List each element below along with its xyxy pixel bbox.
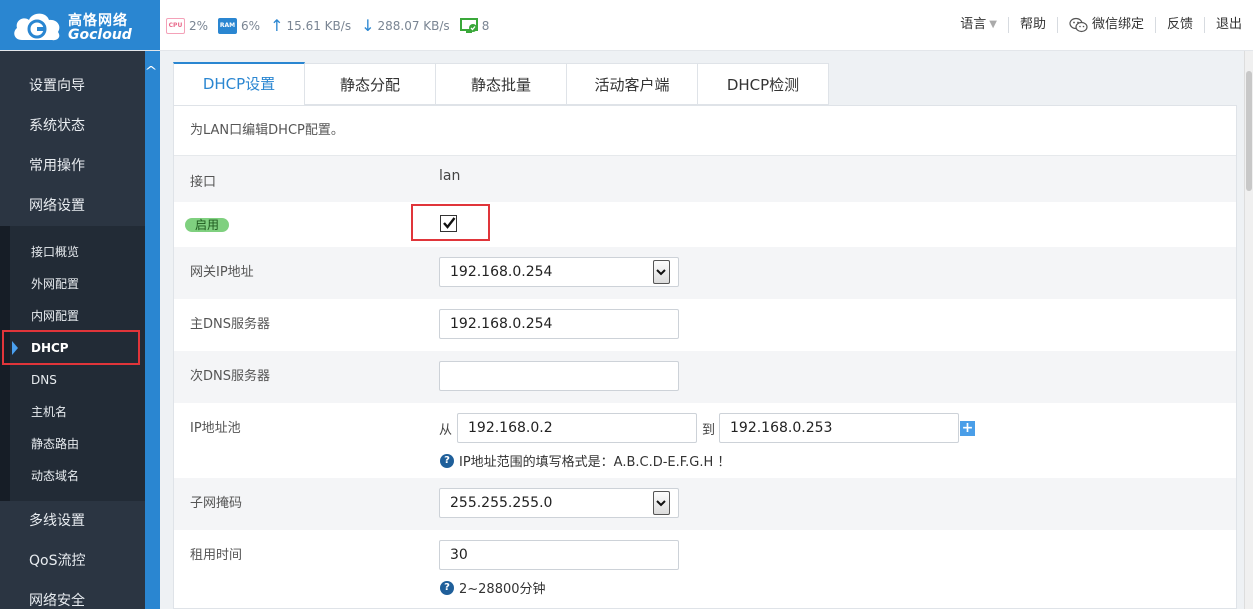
chevron-up-icon[interactable]: ^ <box>144 65 157 77</box>
sidebar-subitem-ddns[interactable]: 动态域名 <box>0 460 145 492</box>
sidebar-item-qos[interactable]: QoS流控 <box>0 541 145 581</box>
language-label: 语言 <box>960 17 987 32</box>
pool-hint: ? IP地址范围的填写格式是：A.B.C.D-E.F.G.H ！ <box>440 451 730 470</box>
row-lease-time: 租用时间 ? 2~28800分钟 <box>174 530 1236 608</box>
download-arrow-icon: ↓ <box>361 16 375 35</box>
language-menu[interactable]: 语言 ▼ <box>949 17 1008 33</box>
cpu-usage: 2% <box>189 19 209 33</box>
top-nav: 语言 ▼ 帮助 微信绑定 反馈 退出 <box>949 17 1253 33</box>
pool-start-input[interactable] <box>457 413 697 443</box>
upload-speed: 15.61 KB/s <box>286 19 352 33</box>
help-icon: ? <box>440 580 454 595</box>
interface-value: lan <box>439 168 461 184</box>
row-enable: 启用 <box>174 202 1236 247</box>
page-scrollbar[interactable] <box>1244 51 1253 609</box>
sidebar-item-setup-wizard[interactable]: 设置向导 <box>0 66 145 106</box>
enable-label-badge: 启用 <box>185 218 230 232</box>
enable-checkbox[interactable] <box>440 215 457 232</box>
ram-icon: RAM <box>218 18 238 34</box>
tab-dhcp-settings[interactable]: DHCP设置 <box>173 62 305 106</box>
sidebar-subitem-lan-config[interactable]: 内网配置 <box>0 300 145 332</box>
monitor-check-icon <box>459 18 478 33</box>
secondary-dns-input[interactable] <box>439 361 679 391</box>
top-bar: 高恪网络 Gocloud CPU 2% RAM 6% ↑ 15.61 KB/s … <box>0 0 1253 51</box>
download-speed: 288.07 KB/s <box>377 19 450 33</box>
tab-static-assign[interactable]: 静态分配 <box>305 63 436 105</box>
row-interface: 接口 lan <box>174 156 1236 202</box>
help-link[interactable]: 帮助 <box>1007 17 1057 33</box>
primary-dns-label: 主DNS服务器 <box>190 317 270 332</box>
logo[interactable]: 高恪网络 Gocloud <box>0 0 160 50</box>
feedback-link[interactable]: 反馈 <box>1154 17 1204 33</box>
ram-usage: 6% <box>241 19 261 33</box>
subnet-mask-select[interactable]: 255.255.255.0 <box>439 488 679 518</box>
chevron-down-icon <box>656 500 666 507</box>
row-ip-pool: IP地址池 从 到 + ? IP地址范围的填写格式是：A.B.C.D-E.F.G… <box>174 403 1236 478</box>
subnet-mask-label: 子网掩码 <box>190 496 243 511</box>
lease-hint-text: 2~28800分钟 <box>459 582 546 597</box>
sidebar-subitem-interface-overview[interactable]: 接口概览 <box>0 236 145 268</box>
wechat-bind-link[interactable]: 微信绑定 <box>1056 17 1155 33</box>
dhcp-highlight-box <box>2 330 140 365</box>
sidebar-subitem-static-route[interactable]: 静态路由 <box>0 428 145 460</box>
sidebar-item-common-ops[interactable]: 常用操作 <box>0 146 145 186</box>
pool-to-label: 到 <box>702 423 716 438</box>
gateway-selected-value: 192.168.0.254 <box>450 264 553 280</box>
gateway-label: 网关IP地址 <box>190 265 254 280</box>
logout-link[interactable]: 退出 <box>1203 17 1253 33</box>
sidebar-subitem-dns[interactable]: DNS <box>0 364 145 396</box>
sidebar-subitem-wan-config[interactable]: 外网配置 <box>0 268 145 300</box>
gateway-dropdown-button[interactable] <box>653 260 670 284</box>
interface-label: 接口 <box>190 175 217 190</box>
caret-down-icon: ▼ <box>989 19 997 30</box>
wechat-bind-label: 微信绑定 <box>1091 17 1144 32</box>
help-icon: ? <box>440 453 454 468</box>
tab-bar: DHCP设置 静态分配 静态批量 活动客户端 DHCP检测 <box>173 62 829 106</box>
sidebar-subitem-hostname[interactable]: 主机名 <box>0 396 145 428</box>
sidebar-scrollbar[interactable] <box>145 51 160 609</box>
pool-hint-text: IP地址范围的填写格式是：A.B.C.D-E.F.G.H ！ <box>459 455 731 470</box>
chevron-down-icon <box>656 269 666 276</box>
checkmark-icon <box>443 217 456 229</box>
tab-active-clients[interactable]: 活动客户端 <box>567 63 698 105</box>
sidebar-item-system-status[interactable]: 系统状态 <box>0 106 145 146</box>
pool-end-input[interactable] <box>719 413 959 443</box>
row-primary-dns: 主DNS服务器 <box>174 299 1236 351</box>
tab-static-batch[interactable]: 静态批量 <box>436 63 567 105</box>
row-subnet-mask: 子网掩码 255.255.255.0 <box>174 478 1236 530</box>
wechat-icon <box>1069 17 1088 33</box>
secondary-dns-label: 次DNS服务器 <box>190 369 270 384</box>
subnet-mask-dropdown-button[interactable] <box>653 491 670 515</box>
ip-pool-label: IP地址池 <box>190 421 241 436</box>
lease-time-label: 租用时间 <box>190 548 243 563</box>
dhcp-settings-panel: 为LAN口编辑DHCP配置。 接口 lan 启用 网关IP地址 192.168.… <box>173 105 1237 609</box>
brand-name-en: Gocloud <box>68 27 132 43</box>
page-scrollbar-thumb[interactable] <box>1246 71 1252 191</box>
panel-description: 为LAN口编辑DHCP配置。 <box>174 106 1236 156</box>
lease-hint: ? 2~28800分钟 <box>440 578 546 597</box>
row-secondary-dns: 次DNS服务器 <box>174 351 1236 403</box>
row-gateway: 网关IP地址 192.168.0.254 <box>174 247 1236 299</box>
system-stats: CPU 2% RAM 6% ↑ 15.61 KB/s ↓ 288.07 KB/s… <box>166 15 499 37</box>
gateway-select[interactable]: 192.168.0.254 <box>439 257 679 287</box>
sidebar-item-network-security[interactable]: 网络安全 <box>0 581 145 609</box>
lease-time-input[interactable] <box>439 540 679 570</box>
cpu-icon: CPU <box>166 18 185 34</box>
online-clients-count: 8 <box>481 19 490 33</box>
upload-arrow-icon: ↑ <box>270 16 284 35</box>
sidebar-item-multiline[interactable]: 多线设置 <box>0 501 145 541</box>
pool-from-label: 从 <box>439 423 453 438</box>
subnet-mask-selected-value: 255.255.255.0 <box>450 495 553 511</box>
add-pool-button[interactable]: + <box>960 421 975 436</box>
tab-dhcp-detect[interactable]: DHCP检测 <box>698 63 829 105</box>
sidebar-item-network-settings[interactable]: 网络设置 <box>0 186 145 226</box>
primary-dns-input[interactable] <box>439 309 679 339</box>
cloud-logo-icon <box>14 13 60 41</box>
